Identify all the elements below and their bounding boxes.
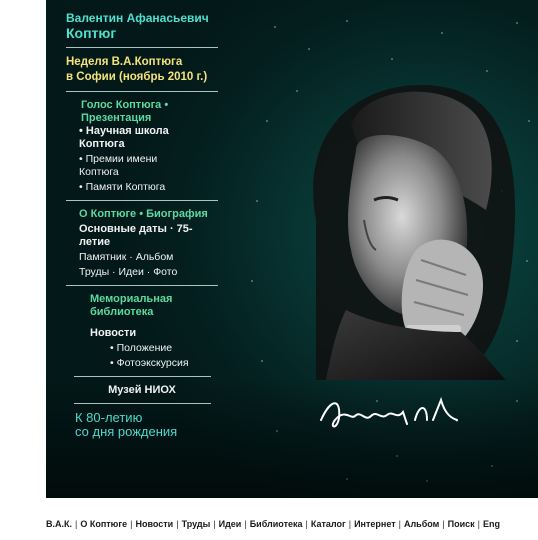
about-section: О Коптюге • Биография Основные даты · 75…: [66, 208, 218, 279]
album-link[interactable]: Альбом: [136, 251, 174, 263]
footer-link[interactable]: Каталог: [311, 519, 346, 529]
divider: [66, 200, 218, 201]
prizes-line2: Коптюга: [79, 166, 119, 178]
works-link[interactable]: Труды: [79, 266, 109, 278]
footer-separator: |: [305, 519, 308, 529]
footer-link[interactable]: Новости: [135, 519, 173, 529]
sci-school-link[interactable]: • Научная школа Коптюга: [79, 125, 218, 151]
footer-link[interactable]: В.А.К.: [46, 519, 72, 529]
dates-link[interactable]: Основные даты · 75- летие: [79, 223, 218, 249]
anniversary-link[interactable]: К 80-летию со дня рождения: [66, 411, 218, 439]
library-line2: библиотека: [90, 306, 154, 318]
photo-link[interactable]: Фото: [153, 266, 177, 278]
footer-nav: В.А.К. | О Коптюге | Новости | Труды | Идеи | Библ…: [46, 516, 538, 532]
footer-link[interactable]: Идеи: [219, 519, 242, 529]
divider: [74, 403, 211, 404]
library-link[interactable]: Мемориальная библиотека: [90, 293, 218, 319]
signature-image: [320, 396, 458, 428]
dates-line2: летие: [79, 236, 111, 248]
footer-link[interactable]: Eng: [483, 519, 500, 529]
author-name-line1[interactable]: Валентин Афанасьевич: [66, 12, 218, 25]
footer-link[interactable]: Труды: [182, 519, 211, 529]
library-section: Мемориальная библиотека Новости • Положе…: [66, 293, 218, 370]
anniversary-line2: со дня рождения: [75, 424, 178, 439]
library-line1: Мемориальная: [90, 293, 173, 305]
footer-link[interactable]: Библиотека: [250, 519, 303, 529]
anniversary-line1: К 80-летию: [75, 410, 143, 425]
biography-link[interactable]: Биография: [146, 208, 208, 220]
school-section: • Научная школа Коптюга • Премии имени К…: [66, 125, 218, 194]
footer-separator: |: [348, 519, 352, 529]
divider: [66, 91, 218, 92]
museum-link[interactable]: Музей НИОХ: [66, 384, 218, 397]
dates-line1: Основные даты · 75-: [79, 223, 193, 235]
footer-link[interactable]: Поиск: [448, 519, 475, 529]
voice-section: Голос Коптюга • Презентация: [66, 99, 218, 125]
footer-link[interactable]: Интернет: [354, 519, 396, 529]
footer-separator: |: [176, 519, 179, 529]
footer-separator: |: [398, 519, 401, 529]
sci-school-line1: • Научная школа: [79, 125, 169, 137]
footer-link[interactable]: О Коптюге: [80, 519, 127, 529]
week-line2: в Софии (ноябрь 2010 г.): [66, 71, 208, 83]
footer-separator: |: [213, 519, 216, 529]
news-link[interactable]: Новости: [90, 327, 218, 340]
main-panel: Валентин Афанасьевич Коптюг Неделя В.А.К…: [46, 0, 538, 498]
divider: [66, 285, 218, 286]
ideas-link[interactable]: Идеи: [118, 266, 143, 278]
monument-link[interactable]: Памятник: [79, 251, 126, 263]
photo-tour-link[interactable]: • Фотоэкскурсия: [90, 357, 218, 370]
presentation-link[interactable]: Презентация: [81, 112, 218, 125]
footer-separator: |: [442, 519, 445, 529]
sci-school-line2: Коптюга: [79, 138, 125, 150]
prizes-line1: • Премии имени: [79, 153, 158, 165]
footer-link[interactable]: Альбом: [404, 519, 439, 529]
footer-separator: |: [477, 519, 481, 529]
week-link[interactable]: Неделя В.А.Коптюга в Софии (ноябрь 2010 …: [66, 55, 218, 85]
week-line1: Неделя В.А.Коптюга: [66, 56, 183, 68]
author-name-line2[interactable]: Коптюг: [66, 25, 218, 41]
about-link[interactable]: О Коптюге: [79, 208, 136, 220]
memory-link[interactable]: • Памяти Коптюга: [79, 181, 218, 194]
sidebar: Валентин Афанасьевич Коптюг Неделя В.А.К…: [66, 12, 218, 439]
portrait-photo: [313, 85, 516, 380]
footer-separator: |: [244, 519, 247, 529]
divider: [66, 47, 218, 48]
voice-link[interactable]: Голос Коптюга: [81, 99, 161, 111]
divider: [74, 376, 211, 377]
regulation-link[interactable]: • Положение: [90, 342, 218, 355]
prizes-link[interactable]: • Премии имени Коптюга: [79, 153, 218, 179]
